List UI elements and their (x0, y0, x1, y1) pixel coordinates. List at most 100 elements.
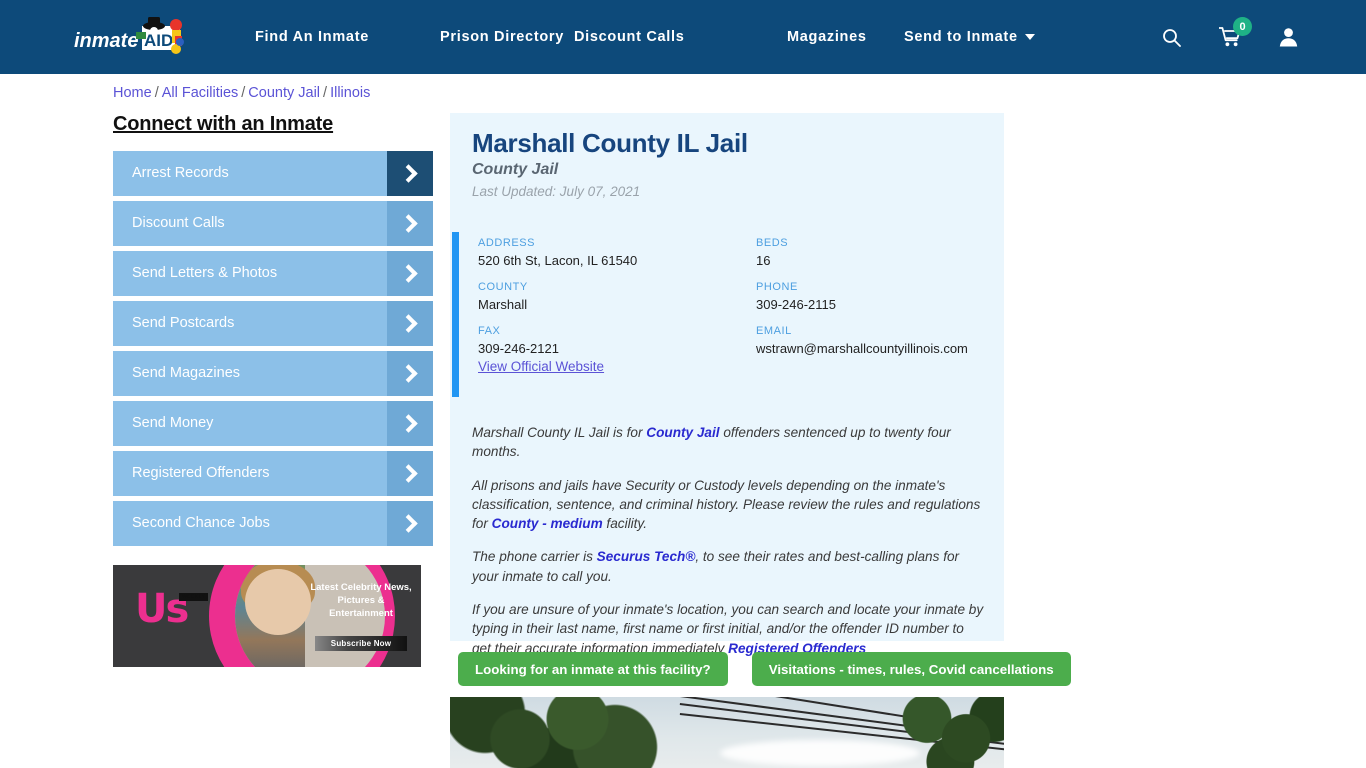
sidebar-item-label: Second Chance Jobs (132, 515, 270, 531)
detail-beds: BEDS 16 (756, 237, 988, 268)
user-icon[interactable] (1279, 27, 1298, 47)
sidebar-item-label: Arrest Records (132, 165, 229, 181)
nav-item-find-an-inmate[interactable]: Find An Inmate (255, 29, 440, 45)
desc-link-securus-tech[interactable]: Securus Tech® (597, 549, 696, 564)
chevron-down-icon (1024, 34, 1035, 40)
breadcrumb-item-all-facilities[interactable]: All Facilities (162, 85, 239, 101)
facility-description: Marshall County IL Jail is for County Ja… (472, 423, 985, 672)
facility-type: County Jail (472, 161, 559, 178)
breadcrumb-item-county-jail[interactable]: County Jail (248, 85, 320, 101)
svg-text:AID: AID (144, 31, 173, 50)
sidebar-item-label: Registered Offenders (132, 465, 270, 481)
desc-text: Marshall County IL Jail is for (472, 425, 647, 440)
breadcrumb-separator: / (154, 85, 159, 101)
sidebar-item-second-chance-jobs[interactable]: Second Chance Jobs (113, 501, 433, 546)
detail-email: EMAIL wstrawn@marshallcountyillinois.com (756, 325, 988, 356)
nav-item-send-to-inmate[interactable]: Send to Inmate (904, 29, 1035, 45)
detail-label: EMAIL (756, 325, 792, 337)
detail-label: COUNTY (478, 281, 528, 293)
chevron-right-icon (387, 501, 433, 546)
cart-count-badge: 0 (1233, 17, 1252, 36)
chevron-right-icon (387, 201, 433, 246)
action-button-row: Looking for an inmate at this facility? … (458, 652, 1071, 686)
nav-item-discount-calls[interactable]: Discount Calls (574, 29, 787, 45)
sidebar-advertisement[interactable]: Us WEEKLY Latest Celebrity News, Picture… (113, 565, 421, 667)
detail-phone: PHONE 309-246-2115 (756, 281, 988, 312)
facility-info-card: Marshall County IL Jail County Jail Last… (450, 113, 1004, 656)
cart-icon[interactable]: 0 (1218, 17, 1252, 47)
sidebar-item-label: Send Magazines (132, 365, 241, 381)
detail-label: FAX (478, 325, 501, 337)
photo-tree-right (888, 697, 1004, 768)
sidebar-item-label: Send Money (132, 415, 214, 431)
sidebar-item-discount-calls[interactable]: Discount Calls (113, 201, 433, 246)
description-paragraph-3: The phone carrier is Securus Tech®, to s… (472, 547, 985, 586)
ad-subscribe-button[interactable]: Subscribe Now (315, 636, 407, 651)
ad-brand-tagline: WEEKLY (179, 593, 209, 601)
sidebar-item-send-letters-photos[interactable]: Send Letters & Photos (113, 251, 433, 296)
ad-model-face (245, 569, 311, 635)
site-logo[interactable]: inmate AID (72, 16, 196, 58)
page-title: Marshall County IL Jail (472, 128, 748, 158)
nav-icon-group: 0 (1162, 0, 1298, 74)
nav-item-magazines[interactable]: Magazines (787, 29, 904, 45)
chevron-right-icon (387, 301, 433, 346)
description-paragraph-1: Marshall County IL Jail is for County Ja… (472, 423, 985, 462)
chevron-right-icon (387, 451, 433, 496)
nav-item-prison-directory[interactable]: Prison Directory (440, 29, 574, 45)
visitation-info-button[interactable]: Visitations - times, rules, Covid cancel… (751, 652, 1071, 686)
sidebar-item-send-money[interactable]: Send Money (113, 401, 433, 446)
nav-label-discount-calls: Discount Calls (574, 29, 685, 45)
sidebar: Connect with an Inmate Arrest Records Di… (113, 113, 433, 551)
ad-copy-text: Latest Celebrity News, Pictures & Entert… (310, 582, 412, 620)
photo-tree-left (450, 697, 690, 768)
desc-link-county-medium[interactable]: County - medium (492, 516, 603, 531)
description-paragraph-2: All prisons and jails have Security or C… (472, 476, 985, 534)
breadcrumb-separator: / (241, 85, 246, 101)
desc-text: facility. (602, 516, 647, 532)
sidebar-item-label: Send Letters & Photos (132, 265, 278, 281)
detail-row: FAX 309-246-2121 EMAIL wstrawn@marshallc… (478, 325, 988, 356)
search-icon[interactable] (1162, 28, 1181, 47)
breadcrumb-item-illinois[interactable]: Illinois (330, 85, 370, 101)
nav-label-find-an-inmate: Find An Inmate (255, 29, 369, 45)
sidebar-item-arrest-records[interactable]: Arrest Records (113, 151, 433, 196)
description-paragraph-4: If you are unsure of your inmate's locat… (472, 600, 985, 658)
sidebar-item-send-postcards[interactable]: Send Postcards (113, 301, 433, 346)
top-navigation-bar: inmate AID Find An Inmate Prison Directo… (0, 0, 1366, 74)
detail-label: PHONE (756, 281, 798, 293)
detail-label: BEDS (756, 237, 789, 249)
chevron-right-icon (387, 151, 433, 196)
detail-value: 16 (756, 253, 771, 268)
accent-bar (452, 232, 459, 397)
detail-value: Marshall (478, 297, 528, 312)
chevron-right-icon (387, 251, 433, 296)
detail-label: ADDRESS (478, 237, 536, 249)
main-nav-links: Find An Inmate Prison Directory Discount… (255, 0, 1035, 74)
view-official-website-link[interactable]: View Official Website (478, 359, 604, 374)
facility-photo (450, 697, 1004, 768)
inmate-search-button[interactable]: Looking for an inmate at this facility? (458, 652, 728, 686)
sidebar-item-send-magazines[interactable]: Send Magazines (113, 351, 433, 396)
nav-label-magazines: Magazines (787, 29, 867, 45)
detail-value: 309-246-2121 (478, 341, 559, 356)
breadcrumb-item-home[interactable]: Home (113, 85, 152, 101)
desc-link-county-jail[interactable]: County Jail (646, 425, 719, 440)
breadcrumb-separator: / (323, 85, 328, 101)
chevron-right-icon (387, 401, 433, 446)
detail-value: 309-246-2115 (756, 297, 836, 312)
detail-address: ADDRESS 520 6th St, Lacon, IL 61540 (478, 237, 756, 268)
chevron-right-icon (387, 351, 433, 396)
facility-last-updated: Last Updated: July 07, 2021 (472, 184, 641, 199)
facility-details-block: ADDRESS 520 6th St, Lacon, IL 61540 BEDS… (450, 220, 1004, 397)
detail-value: wstrawn@marshallcountyillinois.com (756, 341, 968, 356)
sidebar-item-label: Send Postcards (132, 315, 235, 331)
sidebar-item-registered-offenders[interactable]: Registered Offenders (113, 451, 433, 496)
sidebar-title: Connect with an Inmate (113, 113, 334, 135)
nav-label-prison-directory: Prison Directory (440, 29, 565, 45)
nav-label-send-to-inmate: Send to Inmate (904, 29, 1018, 45)
detail-row: ADDRESS 520 6th St, Lacon, IL 61540 BEDS… (478, 237, 988, 268)
detail-value: 520 6th St, Lacon, IL 61540 (478, 253, 638, 268)
svg-text:inmate: inmate (74, 30, 138, 52)
desc-text: The phone carrier is (472, 549, 597, 565)
